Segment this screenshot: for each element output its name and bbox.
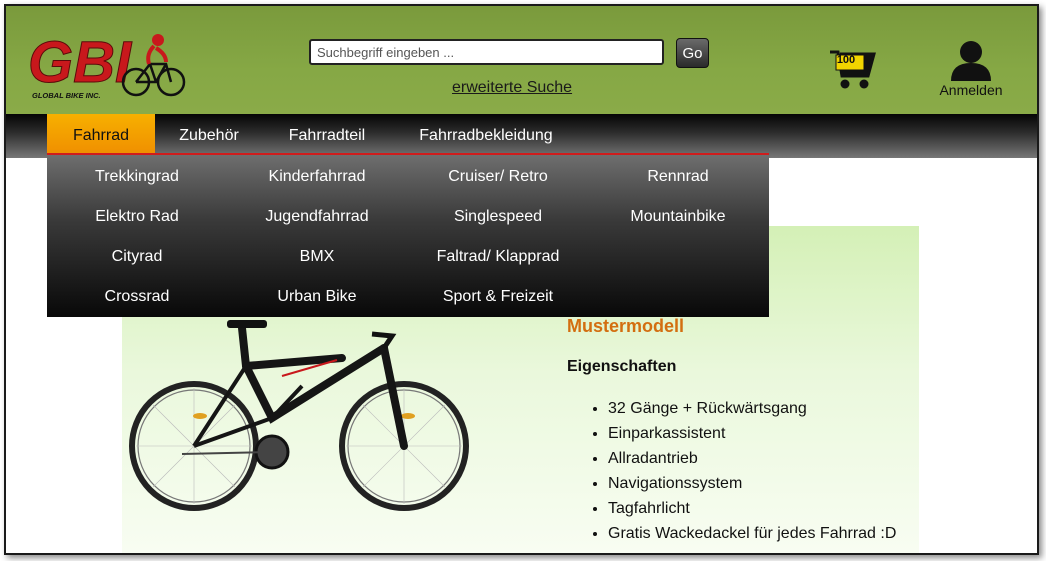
menu-item-crossrad[interactable]: Crossrad (47, 283, 227, 311)
menu-item-sport-freizeit[interactable]: Sport & Freizeit (408, 283, 588, 311)
browser-frame: GBI GLOBAL BIKE INC. Go erweiterte Suche (4, 4, 1039, 555)
product-title: Mustermodell (567, 316, 685, 336)
site-header: GBI GLOBAL BIKE INC. Go erweiterte Suche (6, 6, 1037, 114)
gbi-logo[interactable]: GBI GLOBAL BIKE INC. (28, 24, 188, 102)
bike-logo-icon: GBI GLOBAL BIKE INC. (28, 30, 186, 100)
cart-count-badge: 100 (836, 54, 856, 66)
nav-item-fahrradbekleidung[interactable]: Fahrradbekleidung (391, 114, 581, 158)
nav-item-fahrradteil[interactable]: Fahrradteil (263, 114, 391, 158)
product-image[interactable] (122, 306, 507, 526)
features-heading: Eigenschaften (567, 358, 677, 375)
go-button[interactable]: Go (676, 38, 709, 68)
menu-item-cruiser-retro[interactable]: Cruiser/ Retro (408, 163, 588, 191)
menu-item-cityrad[interactable]: Cityrad (47, 243, 227, 271)
list-item: Einparkassistent (608, 421, 896, 446)
menu-item-faltrad-klapprad[interactable]: Faltrad/ Klapprad (408, 243, 588, 271)
menu-item-kinderfahrrad[interactable]: Kinderfahrrad (227, 163, 407, 191)
user-icon (951, 41, 991, 81)
menu-item-urban-bike[interactable]: Urban Bike (227, 283, 407, 311)
cart-icon (830, 50, 876, 89)
login-button[interactable]: Anmelden (936, 40, 1006, 100)
logo-tagline: GLOBAL BIKE INC. (32, 91, 101, 100)
menu-item-jugendfahrrad[interactable]: Jugendfahrrad (227, 203, 407, 231)
list-item: Gratis Wackedackel für jedes Fahrrad :D (608, 521, 896, 546)
nav-item-zubehoer[interactable]: Zubehör (155, 114, 263, 158)
list-item: 32 Gänge + Rückwärtsgang (608, 396, 896, 421)
list-item: Allradantrieb (608, 446, 896, 471)
menu-item-singlespeed[interactable]: Singlespeed (408, 203, 588, 231)
list-item: Tagfahrlicht (608, 496, 896, 521)
menu-item-bmx[interactable]: BMX (227, 243, 407, 271)
mountain-bike-icon (129, 320, 469, 511)
menu-item-elektro-rad[interactable]: Elektro Rad (47, 203, 227, 231)
logo-mark: GBI (28, 30, 133, 95)
main-nav: Fahrrad Zubehör Fahrradteil Fahrradbekle… (6, 114, 1037, 158)
features-list: 32 Gänge + Rückwärtsgang Einparkassisten… (585, 396, 896, 546)
menu-item-mountainbike[interactable]: Mountainbike (588, 203, 768, 231)
menu-item-rennrad[interactable]: Rennrad (588, 163, 768, 191)
cart-button[interactable] (828, 46, 878, 90)
nav-item-fahrrad[interactable]: Fahrrad (47, 114, 155, 158)
advanced-search-link[interactable]: erweiterte Suche (452, 79, 572, 97)
search-input[interactable] (309, 39, 664, 65)
fahrrad-dropdown-menu: Trekkingrad Kinderfahrrad Cruiser/ Retro… (47, 155, 769, 317)
menu-item-trekkingrad[interactable]: Trekkingrad (47, 163, 227, 191)
login-label: Anmelden (939, 82, 1003, 98)
list-item: Navigationssystem (608, 471, 896, 496)
